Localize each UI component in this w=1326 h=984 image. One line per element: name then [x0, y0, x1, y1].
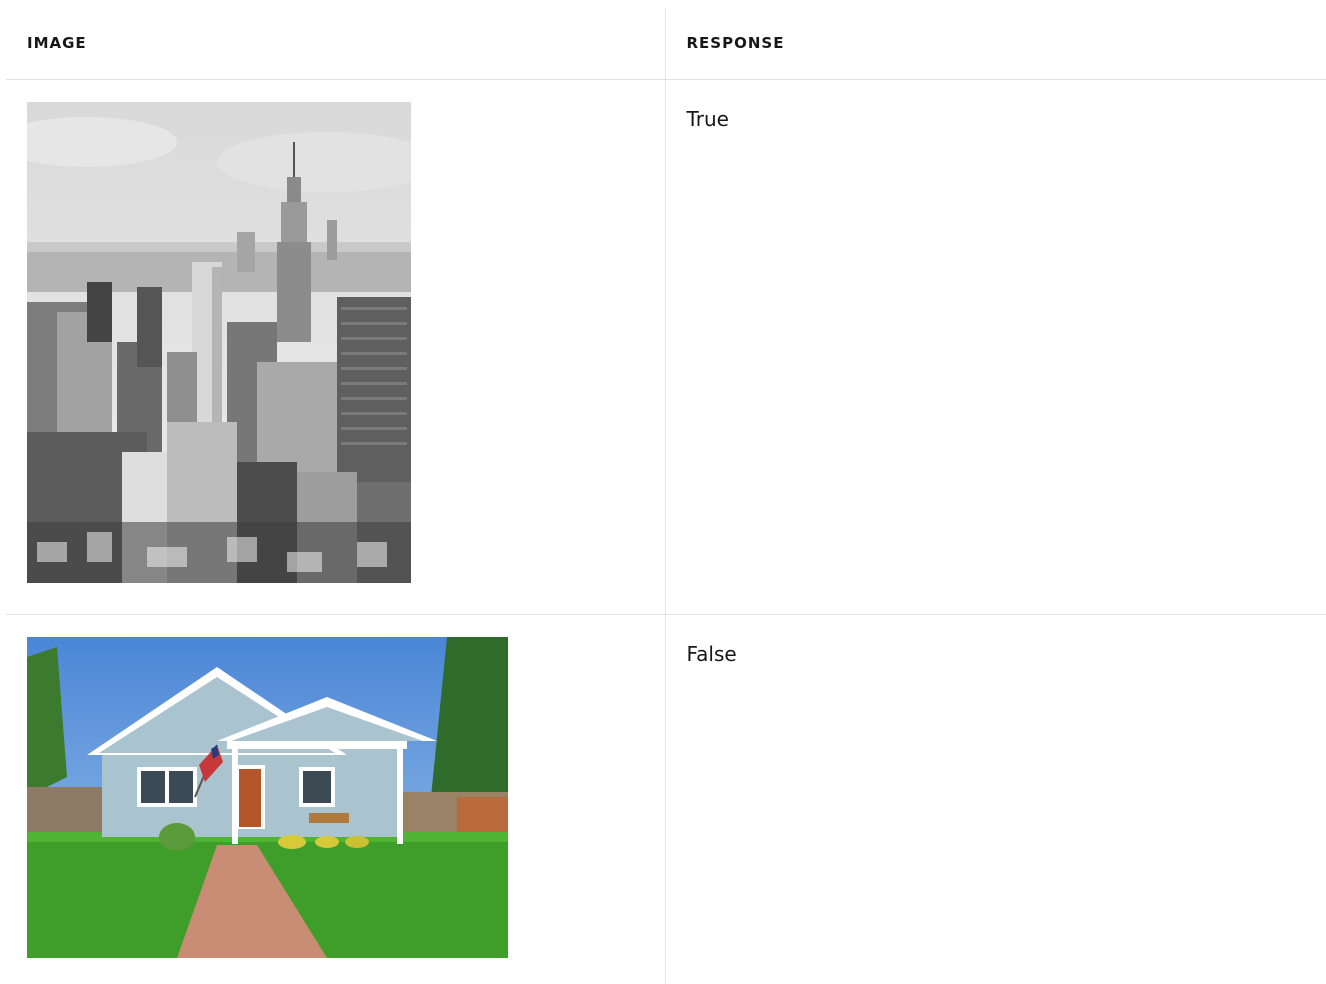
response-table: IMAGE RESPONSE True False [6, 8, 1326, 984]
city-skyline-image [27, 101, 411, 583]
house-graphic [27, 636, 508, 958]
data-table: IMAGE RESPONSE True False [6, 8, 1326, 984]
response-cell: False [664, 614, 1326, 984]
header-row: IMAGE RESPONSE [6, 8, 1326, 80]
table-row: True [6, 79, 1326, 615]
column-header-response: RESPONSE [664, 8, 1326, 80]
image-cell [6, 79, 665, 615]
response-cell: True [664, 79, 1326, 615]
response-value: True [686, 106, 729, 131]
house-image [27, 636, 508, 958]
response-value: False [686, 641, 737, 666]
image-cell [6, 614, 665, 984]
table-row: False [6, 614, 1326, 984]
column-header-image: IMAGE [6, 8, 665, 80]
city-skyline-graphic [27, 101, 411, 583]
